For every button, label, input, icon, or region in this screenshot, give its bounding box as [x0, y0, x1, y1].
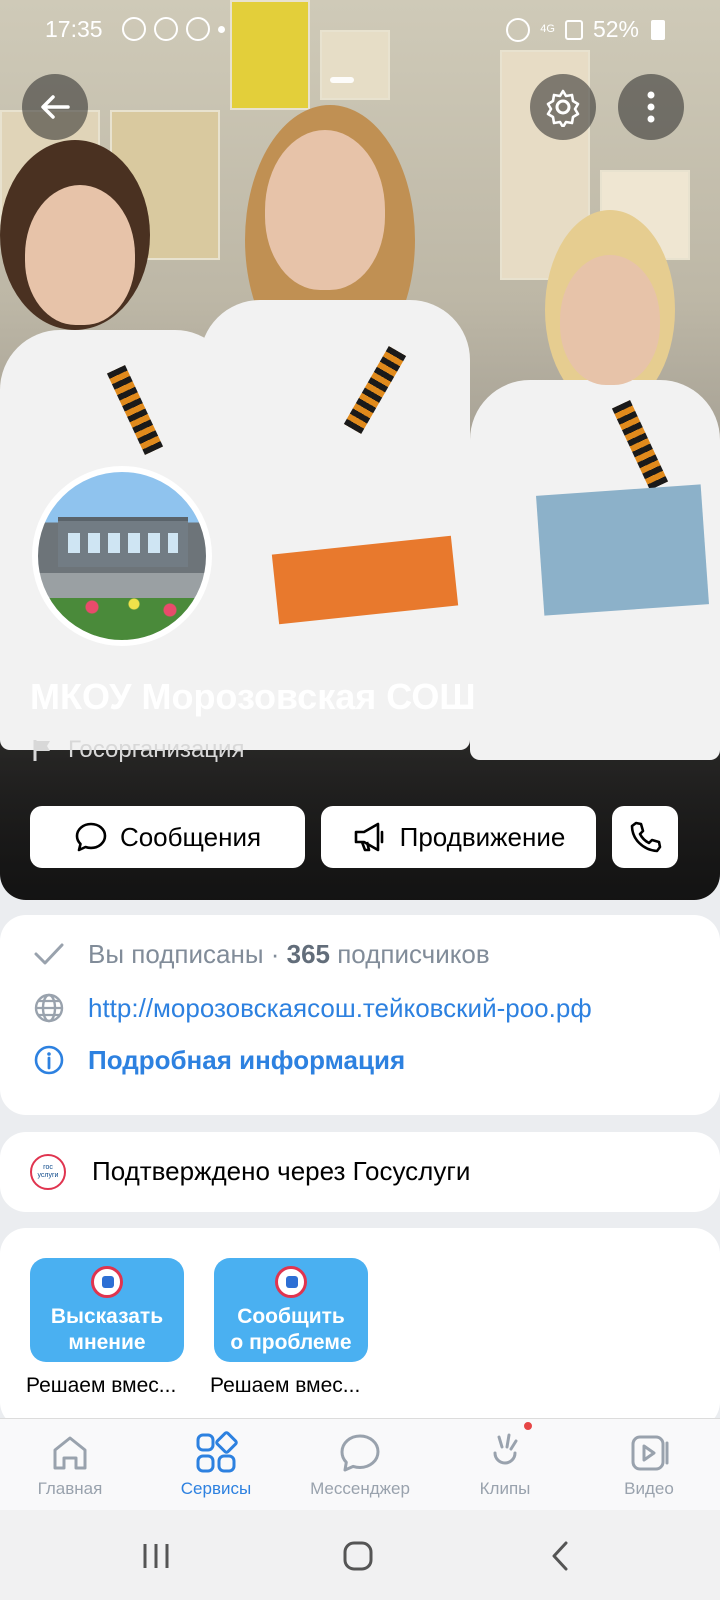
group-type-label: Госорганизация [68, 736, 245, 763]
tab-home[interactable]: Главная [5, 1427, 135, 1499]
website-link[interactable]: http://морозовскаясош.тейковский-роо.рф [88, 993, 592, 1024]
tab-home-label: Главная [37, 1479, 103, 1498]
group-cover: 17:35 4G 52% МКОУ Морозовская СОШ Госорг… [0, 0, 720, 900]
details-link[interactable]: Подробная информация [88, 1045, 405, 1076]
bottom-tab-bar: Главная Сервисы Мессенджер Клипы Видео [0, 1418, 720, 1510]
whatsapp-icon [122, 17, 146, 41]
home-button[interactable] [328, 1534, 388, 1578]
system-navigation-bar [0, 1510, 720, 1600]
messages-button[interactable]: Сообщения [30, 806, 305, 868]
gosuslugi-text: Подтверждено через Госуслуги [92, 1156, 471, 1186]
battery-icon [651, 19, 665, 40]
signal-icon [564, 19, 583, 40]
group-name: МКОУ Морозовская СОШ [30, 676, 476, 717]
subscription-status: Вы подписаны · 365 подписчиков [88, 938, 490, 969]
settings-button[interactable] [530, 74, 596, 140]
messages-label: Сообщения [119, 821, 262, 852]
tab-clips[interactable]: Клипы [440, 1427, 570, 1499]
details-row[interactable]: Подробная информация [32, 1043, 405, 1077]
phone-icon [630, 821, 662, 853]
home-circle-icon [343, 1541, 373, 1571]
group-actions: Сообщения Продвижение [30, 806, 690, 868]
alarm-icon [506, 17, 531, 42]
arrow-left-icon [41, 95, 70, 119]
home-icon [53, 1436, 87, 1470]
system-back-button[interactable] [530, 1534, 590, 1578]
widget-report-problem[interactable]: Сообщить о проблеме [214, 1258, 368, 1362]
thumbs-up-icon [275, 1266, 307, 1298]
services-icon [196, 1431, 238, 1473]
weather-icon [186, 17, 210, 41]
notification-app-icon [154, 17, 178, 41]
promotion-button[interactable]: Продвижение [321, 806, 596, 868]
megaphone-icon [354, 822, 383, 852]
tab-video[interactable]: Видео [584, 1427, 714, 1499]
more-button[interactable] [618, 74, 684, 140]
tab-services[interactable]: Сервисы [151, 1427, 281, 1499]
status-time: 17:35 [45, 16, 103, 42]
group-avatar[interactable] [32, 466, 212, 646]
tab-services-label: Сервисы [180, 1479, 252, 1498]
gosuslugi-logo: гос услуги [30, 1154, 66, 1190]
tab-messenger-label: Мессенджер [310, 1479, 410, 1498]
network-type: 4G [540, 23, 555, 35]
widget-express-opinion[interactable]: Высказать мнение [30, 1258, 184, 1362]
back-button[interactable] [22, 74, 88, 140]
clips-icon [493, 1433, 518, 1465]
recent-apps-button[interactable] [126, 1534, 186, 1578]
widgets-card: Высказать мнение Сообщить о проблеме Реш… [0, 1228, 720, 1428]
group-type: Госорганизация [32, 736, 244, 764]
recent-apps-icon [143, 1544, 169, 1568]
promotion-label: Продвижение [399, 821, 566, 852]
chevron-left-icon [552, 1541, 568, 1571]
tab-clips-label: Клипы [479, 1479, 531, 1498]
message-bubble-icon [75, 822, 107, 852]
globe-icon [34, 993, 64, 1023]
check-icon [34, 943, 64, 965]
more-vertical-icon [647, 91, 655, 123]
info-icon [34, 1045, 64, 1075]
website-row[interactable]: http://морозовскаясош.тейковский-роо.рф [32, 991, 592, 1025]
tab-video-label: Видео [624, 1479, 674, 1498]
tab-messenger[interactable]: Мессенджер [295, 1427, 425, 1499]
widget-caption: Решаем вмес... [210, 1374, 361, 1397]
flag-icon [33, 740, 50, 761]
cover-photo-paper [536, 484, 709, 616]
call-button[interactable] [612, 806, 678, 868]
status-bar: 17:35 4G 52% [0, 0, 720, 60]
more-notifications-icon [218, 26, 225, 33]
subscriber-count: 365 [286, 938, 330, 969]
subscription-row[interactable]: Вы подписаны · 365 подписчиков [32, 937, 490, 971]
widget-caption: Решаем вмес... [26, 1374, 177, 1397]
group-info-card: Вы подписаны · 365 подписчиков http://мо… [0, 915, 720, 1115]
clips-notification-badge [522, 1420, 534, 1432]
messenger-icon [340, 1434, 380, 1472]
gear-icon [546, 89, 580, 127]
drag-handle [330, 77, 354, 83]
thumbs-up-icon [91, 1266, 123, 1298]
gosuslugi-card[interactable]: гос услуги Подтверждено через Госуслуги [0, 1132, 720, 1212]
battery-percent: 52% [592, 16, 639, 42]
video-icon [631, 1435, 669, 1471]
